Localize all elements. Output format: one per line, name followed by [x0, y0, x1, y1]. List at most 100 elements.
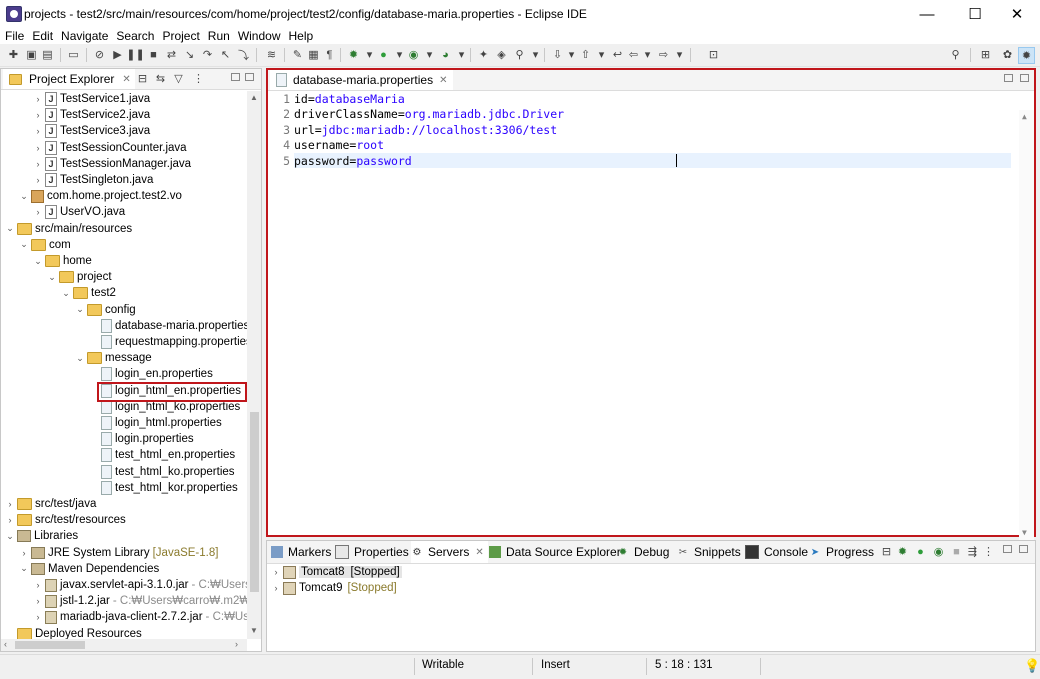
profile-server-icon[interactable]: ◉ [931, 544, 946, 559]
tree-item[interactable]: › javax.servlet-api-3.1.0.jar- C:₩Users₩c [33, 577, 247, 593]
tree-item[interactable]: ⌄ message [75, 350, 152, 366]
expand-arrow-icon[interactable]: › [33, 126, 43, 136]
tree-item[interactable]: › jstl-1.2.jar- C:₩Users₩carro₩.m2₩repo [33, 593, 247, 609]
tree-item[interactable]: ⌄ Maven Dependencies [19, 561, 159, 577]
start-server-icon[interactable]: ● [913, 544, 928, 559]
search-icon[interactable]: ⚲ [512, 47, 527, 62]
view-menu-servers-icon[interactable]: ⋮ [981, 544, 996, 559]
tab-servers[interactable]: ⚙ Servers ✕ [411, 541, 488, 563]
next-annotation-dropdown-icon[interactable]: ▾ [564, 47, 579, 62]
tree-item[interactable]: login_en.properties [89, 366, 213, 382]
debug-server-icon[interactable]: ✹ [895, 544, 910, 559]
search-dropdown-icon[interactable]: ▾ [528, 47, 543, 62]
tree-item[interactable]: › src/test/java [5, 496, 96, 512]
tree-item[interactable]: login_html.properties [89, 415, 222, 431]
expand-arrow-icon[interactable]: › [33, 596, 43, 606]
expand-arrow-icon[interactable]: › [33, 110, 43, 120]
editor-maximize-icon[interactable] [1020, 74, 1029, 82]
tree-item[interactable]: › J UserVO.java [33, 204, 125, 220]
server-row-tomcat9[interactable]: › Tomcat9 [Stopped] [271, 580, 397, 596]
coverage-icon[interactable]: ◉ [406, 47, 421, 62]
tree-item[interactable]: ⌄ com.home.project.test2.vo [19, 188, 182, 204]
open-type-icon[interactable]: ◈ [494, 47, 509, 62]
collapse-arrow-icon[interactable]: ⌄ [19, 239, 29, 250]
expand-arrow-icon[interactable]: › [33, 159, 43, 169]
run-icon[interactable]: ● [376, 47, 391, 62]
scroll-down-icon[interactable]: ▼ [250, 626, 258, 635]
java-ee-perspective-icon[interactable]: ✿ [1000, 47, 1015, 62]
tree-item[interactable]: › J TestService3.java [33, 123, 150, 139]
menu-edit[interactable]: Edit [29, 28, 56, 44]
expand-arrow-icon[interactable]: › [5, 515, 15, 525]
scroll-left-icon[interactable]: ‹ [4, 639, 7, 649]
forward-dropdown-icon[interactable]: ▾ [672, 47, 687, 62]
server-expand-icon[interactable]: › [271, 583, 281, 593]
toggle-mark-occurrences-icon[interactable]: ✎ [290, 47, 305, 62]
tab-progress[interactable]: ➤ Progress [809, 541, 874, 563]
previous-annotation-icon[interactable]: ⇧ [578, 47, 593, 62]
expand-arrow-icon[interactable]: › [33, 580, 43, 590]
step-over-icon[interactable]: ↷ [200, 47, 215, 62]
resume-icon[interactable]: ▶ [110, 47, 125, 62]
tree-item[interactable]: › JRE System Library [JavaSE-1.8] [19, 545, 218, 561]
open-perspective-icon[interactable]: ⊞ [978, 47, 993, 62]
menu-file[interactable]: File [2, 28, 27, 44]
scroll-up-icon[interactable]: ▲ [250, 93, 258, 102]
collapse-arrow-icon[interactable]: ⌄ [5, 223, 15, 234]
tree-item[interactable]: › src/test/resources [5, 512, 126, 528]
tree-item[interactable]: ⌄ home [33, 253, 92, 269]
tree-item[interactable]: ⌄ Libraries [5, 528, 78, 544]
servers-minimize-icon[interactable] [1003, 545, 1012, 553]
expand-arrow-icon[interactable]: › [33, 175, 43, 185]
server-expand-icon[interactable]: › [271, 567, 281, 577]
expand-arrow-icon[interactable]: › [33, 207, 43, 217]
explorer-vertical-scroll-thumb[interactable] [250, 412, 259, 592]
external-tools-icon[interactable]: ◕ [438, 47, 453, 62]
servers-close-icon[interactable]: ✕ [475, 547, 483, 558]
tips-lightbulb-icon[interactable]: 💡 [1024, 658, 1040, 674]
back-dropdown-icon[interactable]: ▾ [640, 47, 655, 62]
scroll-right-icon[interactable]: › [235, 639, 238, 649]
terminate-icon[interactable]: ■ [146, 47, 161, 62]
drop-frame-icon[interactable]: ⤵ [236, 47, 251, 62]
tree-item[interactable]: › J TestSessionCounter.java [33, 140, 187, 156]
tree-item[interactable]: Deployed Resources [5, 626, 142, 639]
next-annotation-icon[interactable]: ⇩ [550, 47, 565, 62]
expand-arrow-icon[interactable]: › [33, 143, 43, 153]
code-line[interactable]: 2 driverClassName = org.mariadb.jdbc.Driver [268, 107, 1011, 122]
debug-icon[interactable]: ✹ [346, 47, 361, 62]
collapse-arrow-icon[interactable]: ⌄ [75, 304, 85, 315]
tree-item[interactable]: ⌄ com [19, 237, 71, 253]
tree-item[interactable]: login.properties [89, 431, 194, 447]
code-editor[interactable]: 1 id = databaseMaria 2 driverClassName = org.ma… [268, 90, 1034, 554]
tab-data-source-explorer[interactable]: Data Source Explorer [489, 541, 621, 563]
editor-minimize-icon[interactable] [1004, 74, 1013, 82]
code-line[interactable]: 3 url = jdbc:mariadb://localhost:3306/test [268, 122, 1011, 137]
collapse-arrow-icon[interactable]: ⌄ [5, 531, 15, 542]
editor-vertical-scrollbar[interactable]: ▲ ▼ [1019, 110, 1034, 543]
suspend-icon[interactable]: ❚❚ [126, 47, 144, 62]
tab-markers[interactable]: Markers [271, 541, 331, 563]
debug-dropdown-icon[interactable]: ▾ [362, 47, 377, 62]
tab-console[interactable]: Console [745, 541, 808, 563]
server-row-tomcat8[interactable]: › Tomcat8 [Stopped] [271, 564, 402, 580]
menu-navigate[interactable]: Navigate [58, 28, 111, 44]
tree-item[interactable]: ⌄ config [75, 302, 136, 318]
menu-run[interactable]: Run [205, 28, 233, 44]
quick-access-search-icon[interactable]: ⚲ [948, 47, 963, 62]
menu-window[interactable]: Window [235, 28, 284, 44]
open-task-icon[interactable]: ▭ [66, 47, 81, 62]
code-line[interactable]: 4 username = root [268, 138, 1011, 153]
tree-item[interactable]: ⌄ src/main/resources [5, 221, 132, 237]
code-line[interactable]: 1 id = databaseMaria [268, 91, 1011, 106]
tab-database-maria-properties[interactable]: database-maria.properties ✕ [270, 70, 454, 90]
save-icon[interactable]: ▣ [24, 47, 39, 62]
tree-item[interactable]: ⌄ test2 [61, 285, 116, 301]
code-line[interactable]: 5 password = password [268, 153, 1011, 168]
minimize-button[interactable]: — [904, 0, 950, 28]
save-all-icon[interactable]: ▤ [40, 47, 55, 62]
skip-breakpoints-icon[interactable]: ⊘ [92, 47, 107, 62]
menu-search[interactable]: Search [113, 28, 157, 44]
tree-item[interactable]: ⌄ project [47, 269, 112, 285]
last-edit-location-icon[interactable]: ↩ [610, 47, 625, 62]
